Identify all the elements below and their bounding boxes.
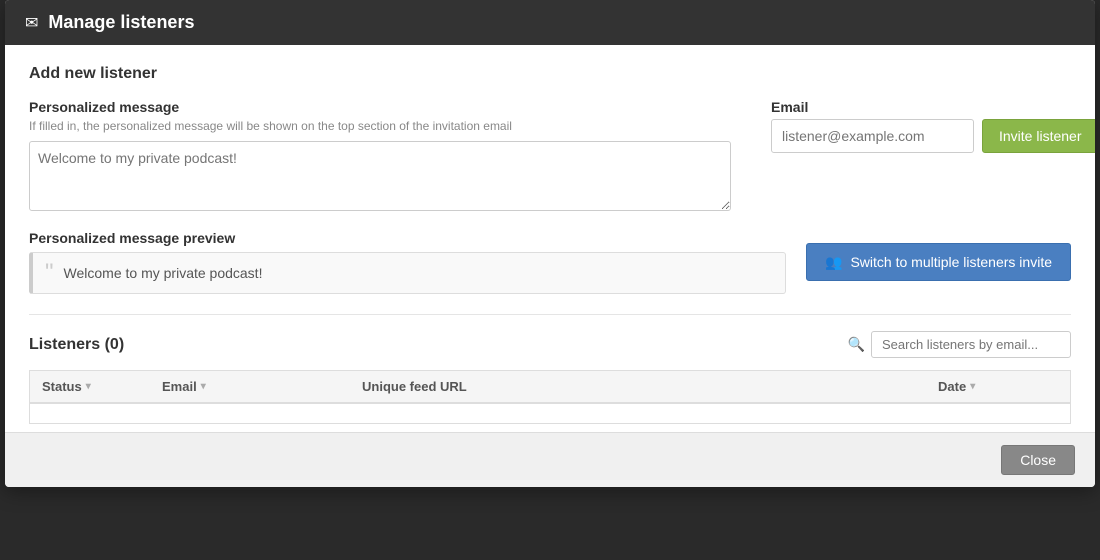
form-row: Personalized message If filled in, the p… [29, 99, 1071, 214]
switch-button-label: Switch to multiple listeners invite [850, 254, 1052, 270]
invite-listener-button[interactable]: Invite listener [982, 119, 1095, 153]
email-input[interactable] [771, 119, 974, 153]
preview-row: Personalized message preview " Welcome t… [29, 230, 1071, 294]
search-listeners-input[interactable] [871, 331, 1071, 358]
column-email[interactable]: Email ▾ [162, 379, 362, 394]
email-sort-arrow: ▾ [201, 381, 206, 392]
modal-footer: Close [5, 432, 1095, 487]
email-col-label: Email [162, 379, 197, 394]
multiple-users-icon: 👥 [825, 254, 842, 271]
column-url: Unique feed URL [362, 379, 938, 394]
email-row: Invite listener [771, 119, 1071, 153]
url-col-label: Unique feed URL [362, 379, 467, 394]
personalized-message-hint: If filled in, the personalized message w… [29, 119, 731, 133]
switch-to-multiple-button[interactable]: 👥 Switch to multiple listeners invite [806, 243, 1071, 281]
add-section-title: Add new listener [29, 65, 1071, 83]
modal-header: ✉ Manage listeners [5, 0, 1095, 45]
email-label: Email [771, 99, 1071, 115]
modal-title: Manage listeners [48, 12, 194, 33]
close-button[interactable]: Close [1001, 445, 1075, 475]
status-col-label: Status [42, 379, 82, 394]
status-sort-arrow: ▾ [86, 381, 91, 392]
modal-body: Add new listener Personalized message If… [5, 45, 1095, 424]
column-date[interactable]: Date ▾ [938, 379, 1058, 394]
listeners-title: Listeners (0) [29, 336, 124, 354]
modal: ✉ Manage listeners Add new listener Pers… [5, 0, 1095, 487]
date-col-label: Date [938, 379, 966, 394]
preview-label: Personalized message preview [29, 230, 786, 246]
quote-icon: " [45, 261, 54, 285]
table-empty-rows [29, 404, 1071, 424]
column-status[interactable]: Status ▾ [42, 379, 162, 394]
modal-overlay: ✉ Manage listeners Add new listener Pers… [0, 0, 1100, 560]
envelope-icon: ✉ [25, 13, 38, 33]
search-container: 🔍 [848, 331, 1071, 358]
preview-text: Welcome to my private podcast! [64, 265, 263, 281]
personalized-message-label: Personalized message [29, 99, 731, 115]
preview-section: Personalized message preview " Welcome t… [29, 230, 786, 294]
personalized-message-group: Personalized message If filled in, the p… [29, 99, 731, 214]
preview-box: " Welcome to my private podcast! [29, 252, 786, 294]
table-header: Status ▾ Email ▾ Unique feed URL Date ▾ [29, 370, 1071, 404]
personalized-message-textarea[interactable] [29, 141, 731, 211]
email-group: Email Invite listener [771, 99, 1071, 214]
date-sort-arrow: ▾ [970, 381, 975, 392]
listeners-section: Listeners (0) 🔍 Status ▾ Email ▾ [29, 314, 1071, 424]
search-icon: 🔍 [848, 336, 865, 353]
listeners-header: Listeners (0) 🔍 [29, 331, 1071, 358]
